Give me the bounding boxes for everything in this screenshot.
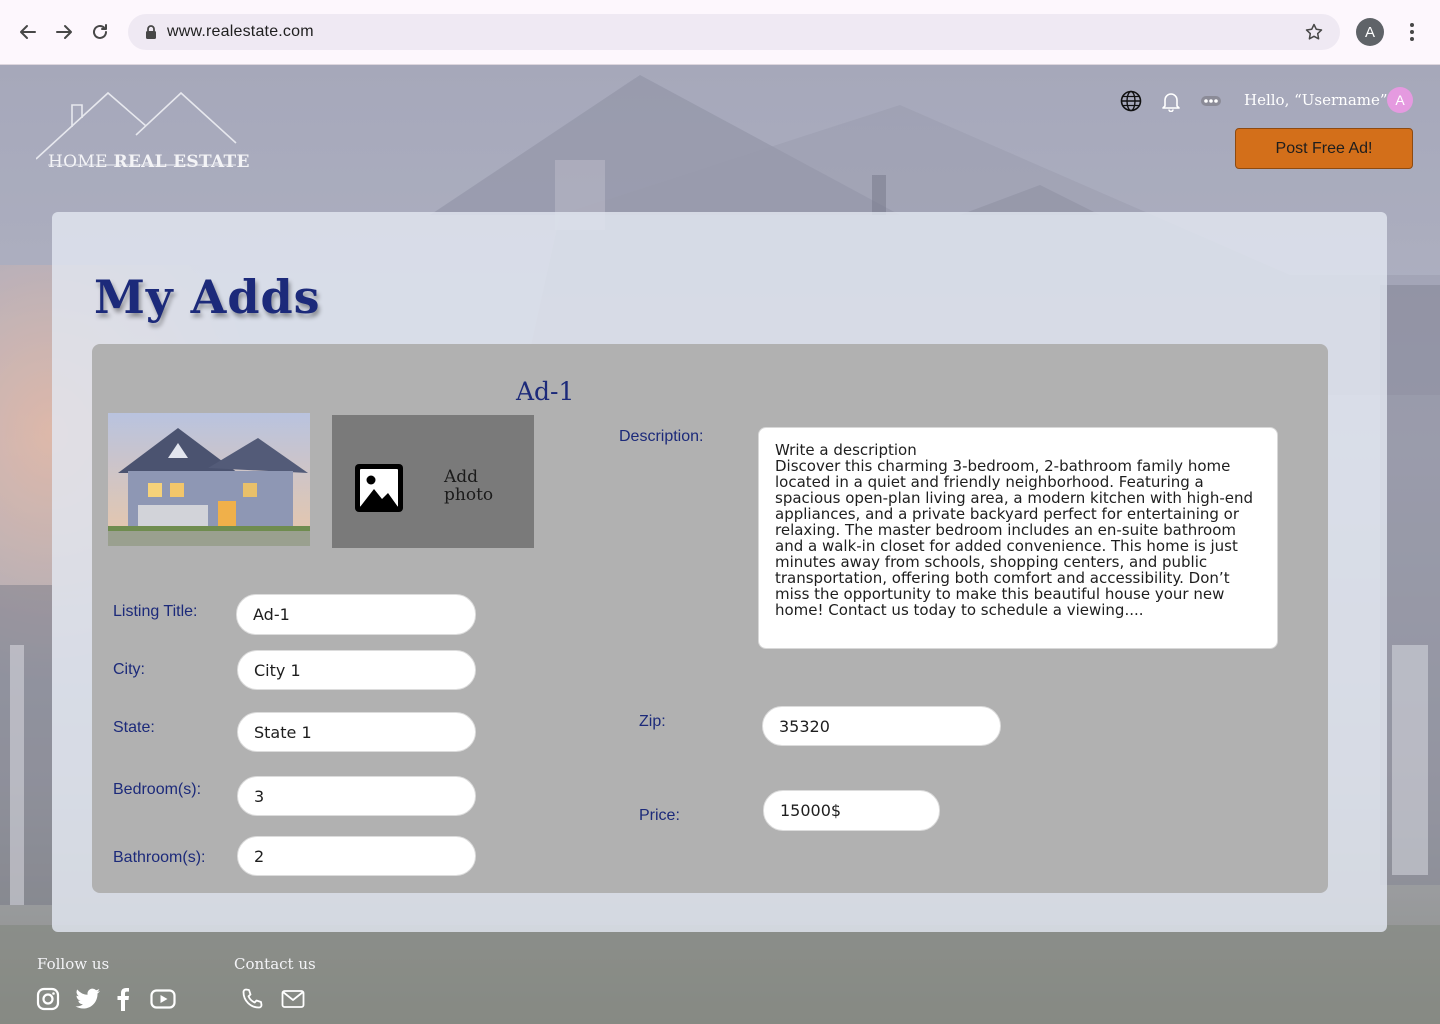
facebook-icon bbox=[117, 988, 129, 1011]
city-input[interactable] bbox=[237, 650, 476, 690]
vertical-dots-icon bbox=[1410, 23, 1414, 41]
price-input[interactable] bbox=[763, 790, 940, 831]
state-label: State: bbox=[113, 719, 155, 736]
reload-button[interactable] bbox=[88, 20, 112, 44]
listing-title-label: Listing Title: bbox=[113, 603, 198, 620]
browser-menu-button[interactable] bbox=[1400, 20, 1424, 44]
logo-text-light: HOME bbox=[48, 152, 114, 172]
logo-text-bold: REAL ESTATE bbox=[113, 152, 250, 172]
description-text: Discover this charming 3-bedroom, 2-bath… bbox=[775, 457, 1254, 619]
lock-icon bbox=[146, 25, 156, 39]
house-photo-image bbox=[108, 413, 310, 546]
youtube-icon bbox=[150, 989, 176, 1009]
zip-input[interactable] bbox=[762, 706, 1001, 746]
add-photo-button[interactable]: Add photo bbox=[332, 415, 534, 548]
contact-us-label: Contact us bbox=[234, 955, 316, 973]
city-label: City: bbox=[113, 661, 145, 678]
post-free-ad-button[interactable]: Post Free Ad! bbox=[1235, 128, 1413, 169]
url-text: www.realestate.com bbox=[167, 23, 314, 40]
browser-profile-button[interactable]: A bbox=[1356, 18, 1384, 46]
description-textarea[interactable]: Write a description Discover this charmi… bbox=[758, 427, 1278, 649]
browser-toolbar: www.realestate.com A bbox=[0, 0, 1440, 65]
state-input[interactable] bbox=[237, 712, 476, 752]
phone-link[interactable] bbox=[239, 986, 265, 1012]
ad-title: Ad-1 bbox=[516, 377, 575, 406]
user-greeting: Hello, “Username” bbox=[1244, 91, 1388, 109]
image-icon bbox=[355, 464, 403, 512]
description-placeholder: Write a description bbox=[775, 441, 917, 459]
instagram-link[interactable] bbox=[35, 986, 61, 1012]
bathrooms-input[interactable] bbox=[237, 836, 476, 876]
back-button[interactable] bbox=[16, 20, 40, 44]
user-avatar[interactable]: A bbox=[1387, 87, 1413, 113]
arrow-left-icon bbox=[20, 25, 36, 39]
bedrooms-label: Bedroom(s): bbox=[113, 781, 202, 798]
twitter-link[interactable] bbox=[75, 986, 101, 1012]
listing-title-input[interactable] bbox=[236, 594, 476, 635]
more-options-button[interactable] bbox=[1200, 90, 1222, 112]
add-photo-label: Add photo bbox=[444, 467, 494, 505]
reload-icon bbox=[93, 24, 107, 39]
address-bar[interactable]: www.realestate.com bbox=[128, 14, 1340, 50]
facebook-link[interactable] bbox=[110, 986, 136, 1012]
instagram-icon bbox=[36, 987, 60, 1011]
star-icon[interactable] bbox=[1304, 22, 1324, 42]
phone-icon bbox=[242, 988, 263, 1009]
youtube-link[interactable] bbox=[150, 986, 176, 1012]
site-logo-text[interactable]: HOME REAL ESTATE bbox=[48, 152, 250, 172]
zip-label: Zip: bbox=[639, 713, 666, 730]
arrow-right-icon bbox=[56, 25, 72, 39]
listing-photo[interactable] bbox=[108, 413, 310, 546]
page-title: My Adds bbox=[94, 270, 321, 324]
globe-icon bbox=[1120, 90, 1142, 112]
bell-icon bbox=[1162, 93, 1180, 112]
twitter-icon bbox=[75, 988, 100, 1009]
description-label: Description: bbox=[619, 428, 704, 445]
language-button[interactable] bbox=[1120, 90, 1142, 112]
follow-us-label: Follow us bbox=[37, 955, 110, 973]
mail-icon bbox=[281, 990, 305, 1008]
email-link[interactable] bbox=[280, 986, 306, 1012]
bathrooms-label: Bathroom(s): bbox=[113, 849, 206, 866]
more-dots-icon bbox=[1201, 96, 1221, 106]
bedrooms-input[interactable] bbox=[237, 776, 476, 816]
notifications-button[interactable] bbox=[1160, 90, 1182, 112]
price-label: Price: bbox=[639, 807, 680, 824]
forward-button[interactable] bbox=[52, 20, 76, 44]
